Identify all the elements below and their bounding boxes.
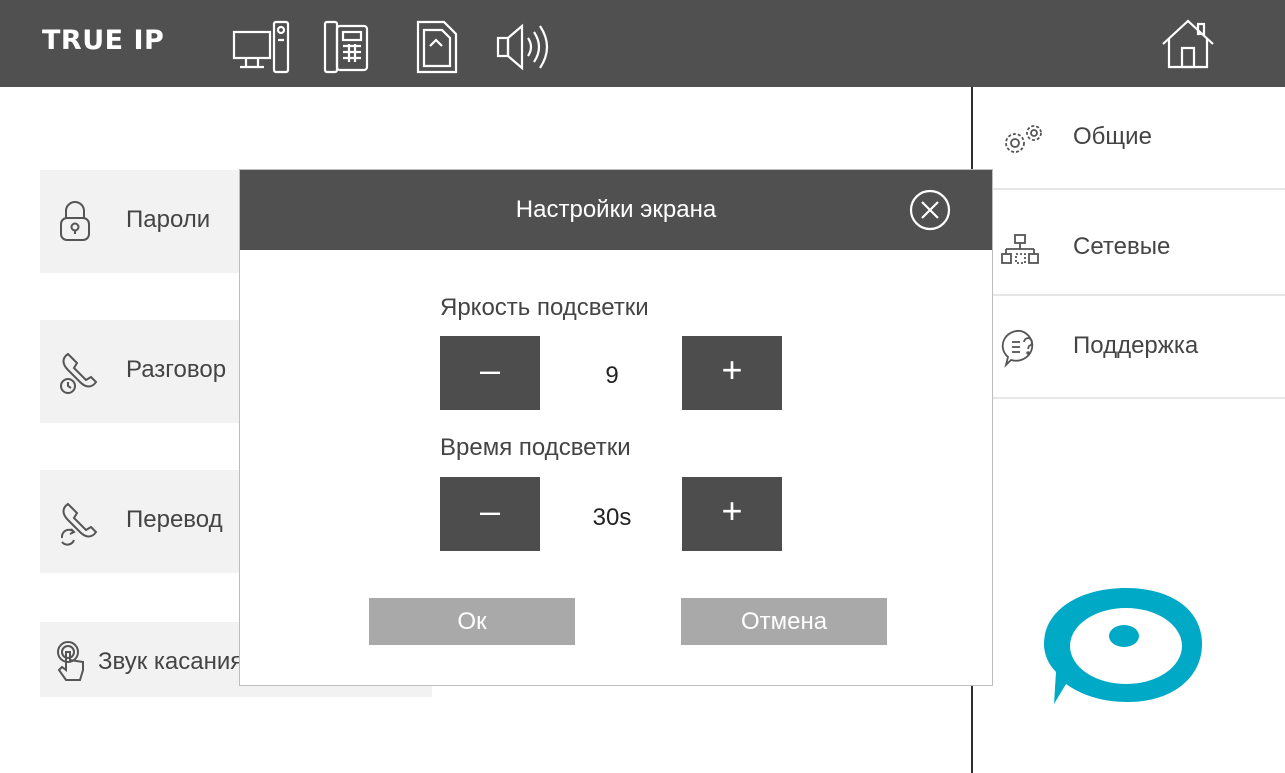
brand-logo [1040,580,1220,715]
minus-icon: – [479,490,501,531]
right-menu-label: Общие [1073,123,1152,150]
cancel-button[interactable]: Отмена [681,598,887,645]
call-transfer-icon [58,500,104,551]
support-chat-icon [1001,328,1041,373]
backlight-time-value: 30s [592,504,632,531]
gears-icon [1001,123,1049,162]
left-menu-label: Пароли [126,206,211,233]
brand-title: TRUE IP [42,25,165,56]
ok-button[interactable]: Ок [369,598,575,645]
plus-icon: + [721,349,743,390]
touch-icon [54,640,88,687]
speaker-icon[interactable] [494,20,558,74]
backlight-time-label: Время подсветки [440,434,631,461]
top-bar: TRUE IP [0,0,1285,87]
sd-card-icon[interactable] [410,20,460,74]
dialog-title: Настройки экрана [515,196,717,223]
close-icon[interactable] [908,188,952,237]
left-menu-label: Звук касания [98,648,244,675]
left-menu-label: Перевод [126,506,223,533]
home-icon[interactable] [1160,18,1216,75]
brightness-decrease-button[interactable]: – [440,336,540,410]
backlight-time-increase-button[interactable]: + [682,477,782,551]
call-timer-icon [58,350,104,401]
dialog-header: Настройки экрана [240,170,992,250]
monitor-intercom-icon[interactable] [232,20,294,74]
brightness-value: 9 [605,362,619,389]
brightness-label: Яркость подсветки [440,294,649,321]
right-menu-label: Сетевые [1073,233,1171,260]
right-menu-item-general[interactable]: Общие [973,87,1285,190]
right-menu-item-support[interactable]: Поддержка [973,296,1285,399]
left-menu-label: Разговор [126,356,227,383]
right-menu-item-network[interactable]: Сетевые [973,193,1285,296]
right-menu-label: Поддержка [1073,332,1199,359]
indoor-phone-icon[interactable] [322,20,372,74]
screen-settings-dialog: Настройки экрана Яркость подсветки – 9 +… [240,170,992,685]
minus-icon: – [479,349,501,390]
padlock-icon [58,200,92,247]
backlight-time-decrease-button[interactable]: – [440,477,540,551]
network-icon [1001,233,1041,270]
plus-icon: + [721,490,743,531]
brightness-increase-button[interactable]: + [682,336,782,410]
